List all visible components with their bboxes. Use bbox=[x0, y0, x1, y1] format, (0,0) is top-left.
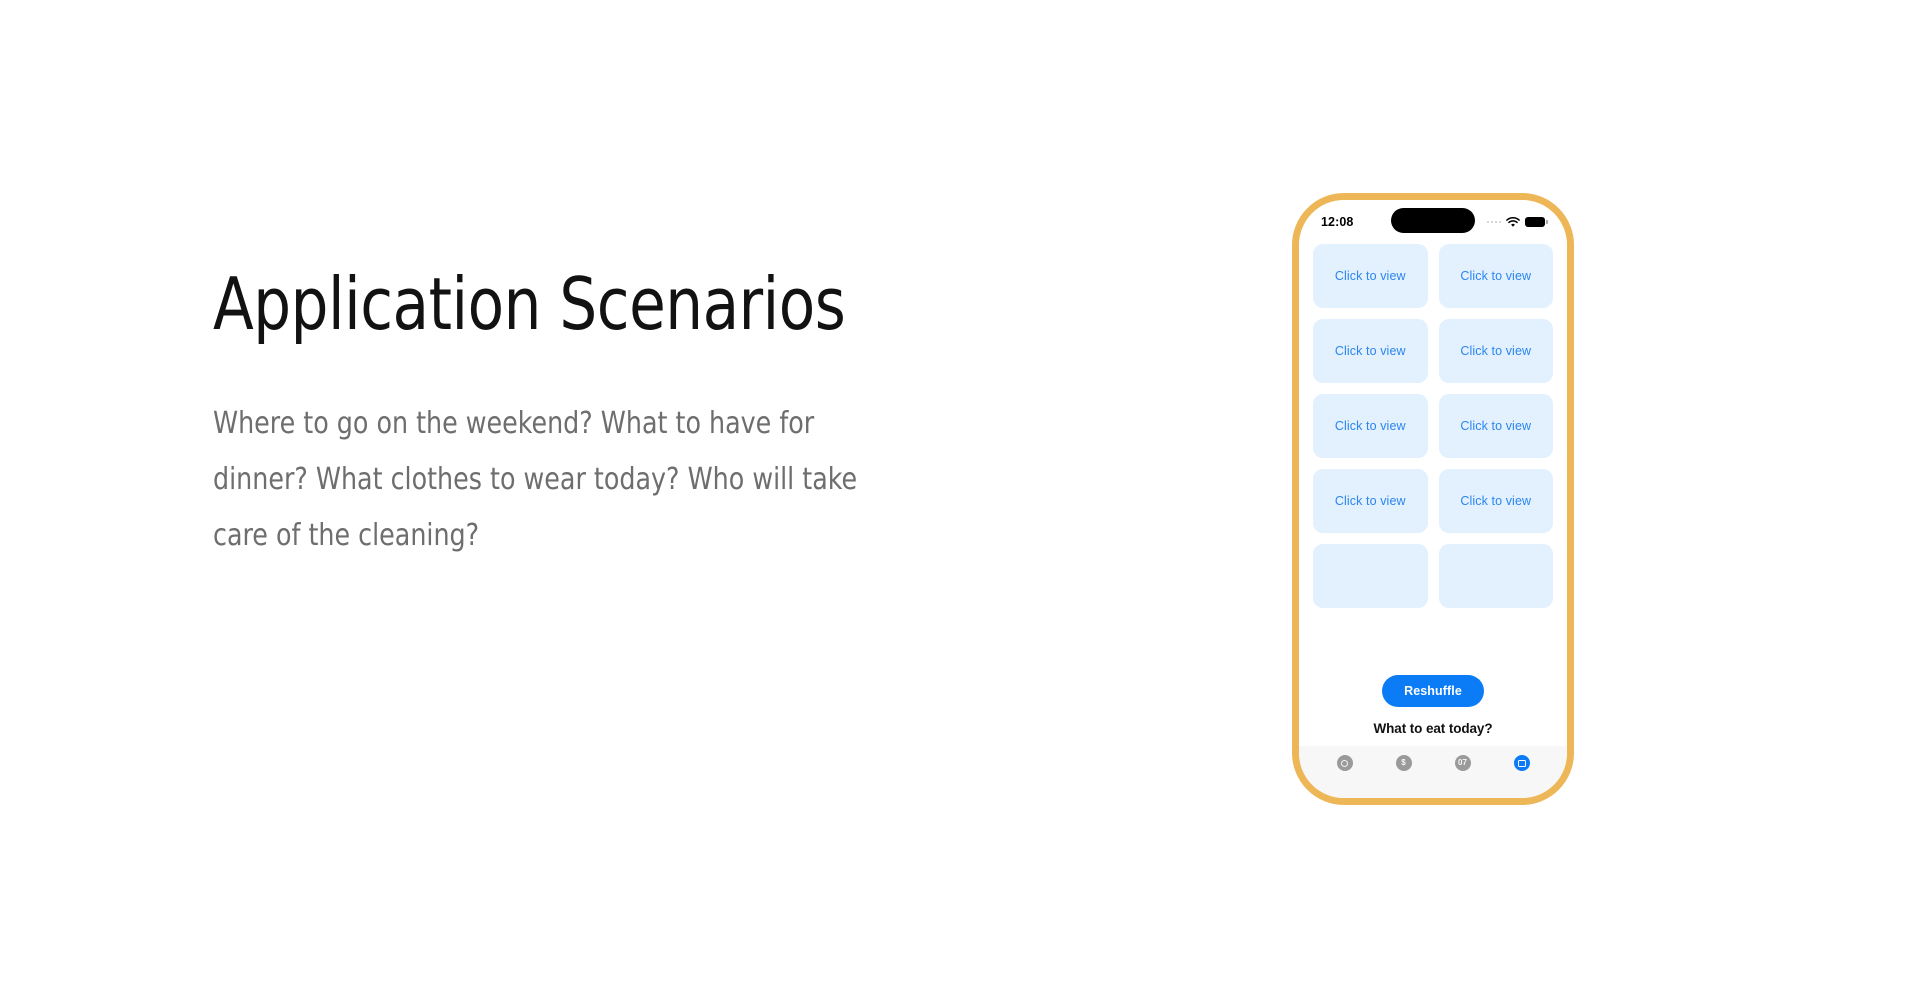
card-tile[interactable]: Click to view bbox=[1313, 319, 1428, 383]
card-tile[interactable]: Click to view bbox=[1313, 394, 1428, 458]
action-area: Reshuffle What to eat today? bbox=[1299, 665, 1567, 746]
dynamic-island bbox=[1391, 208, 1475, 233]
record-circle-icon bbox=[1336, 755, 1353, 771]
tab-item-cards[interactable] bbox=[1492, 755, 1551, 774]
status-bar: 12:08 bbox=[1299, 200, 1567, 244]
signal-dots-icon bbox=[1486, 220, 1501, 224]
status-bar-time: 12:08 bbox=[1321, 215, 1354, 229]
calendar-day-icon: 07 bbox=[1454, 755, 1471, 771]
card-tile[interactable]: Click to view bbox=[1438, 394, 1553, 458]
card-tile[interactable] bbox=[1438, 544, 1553, 608]
phone-screen: 12:08 Click to view Click to view Click … bbox=[1299, 200, 1567, 798]
status-bar-indicators bbox=[1486, 216, 1548, 228]
card-tile[interactable]: Click to view bbox=[1438, 244, 1553, 308]
card-tile[interactable]: Click to view bbox=[1438, 469, 1553, 533]
card-tile[interactable] bbox=[1313, 544, 1428, 608]
card-grid: Click to view Click to view Click to vie… bbox=[1313, 244, 1553, 608]
tab-item-money[interactable]: $ bbox=[1374, 755, 1433, 774]
bottom-tab-bar: $ 07 bbox=[1299, 746, 1567, 798]
card-tile[interactable]: Click to view bbox=[1313, 244, 1428, 308]
reshuffle-button[interactable]: Reshuffle bbox=[1382, 675, 1484, 707]
phone-mockup-frame: 12:08 Click to view Click to view Click … bbox=[1292, 193, 1574, 805]
page-subtitle: Where to go on the weekend? What to have… bbox=[213, 406, 858, 553]
prompt-question: What to eat today? bbox=[1373, 721, 1493, 736]
card-tile[interactable]: Click to view bbox=[1438, 319, 1553, 383]
document-card-icon bbox=[1513, 755, 1530, 771]
wifi-icon bbox=[1506, 216, 1520, 227]
card-grid-area: Click to view Click to view Click to vie… bbox=[1299, 244, 1567, 665]
battery-icon bbox=[1525, 216, 1548, 228]
page-title: Application Scenarios bbox=[213, 262, 846, 346]
tab-item-calendar[interactable]: 07 bbox=[1433, 755, 1492, 774]
dollar-circle-icon: $ bbox=[1395, 755, 1412, 771]
slide-text-block: Application Scenarios Where to go on the… bbox=[213, 268, 973, 564]
card-tile[interactable]: Click to view bbox=[1313, 469, 1428, 533]
tab-item-record[interactable] bbox=[1315, 755, 1374, 774]
